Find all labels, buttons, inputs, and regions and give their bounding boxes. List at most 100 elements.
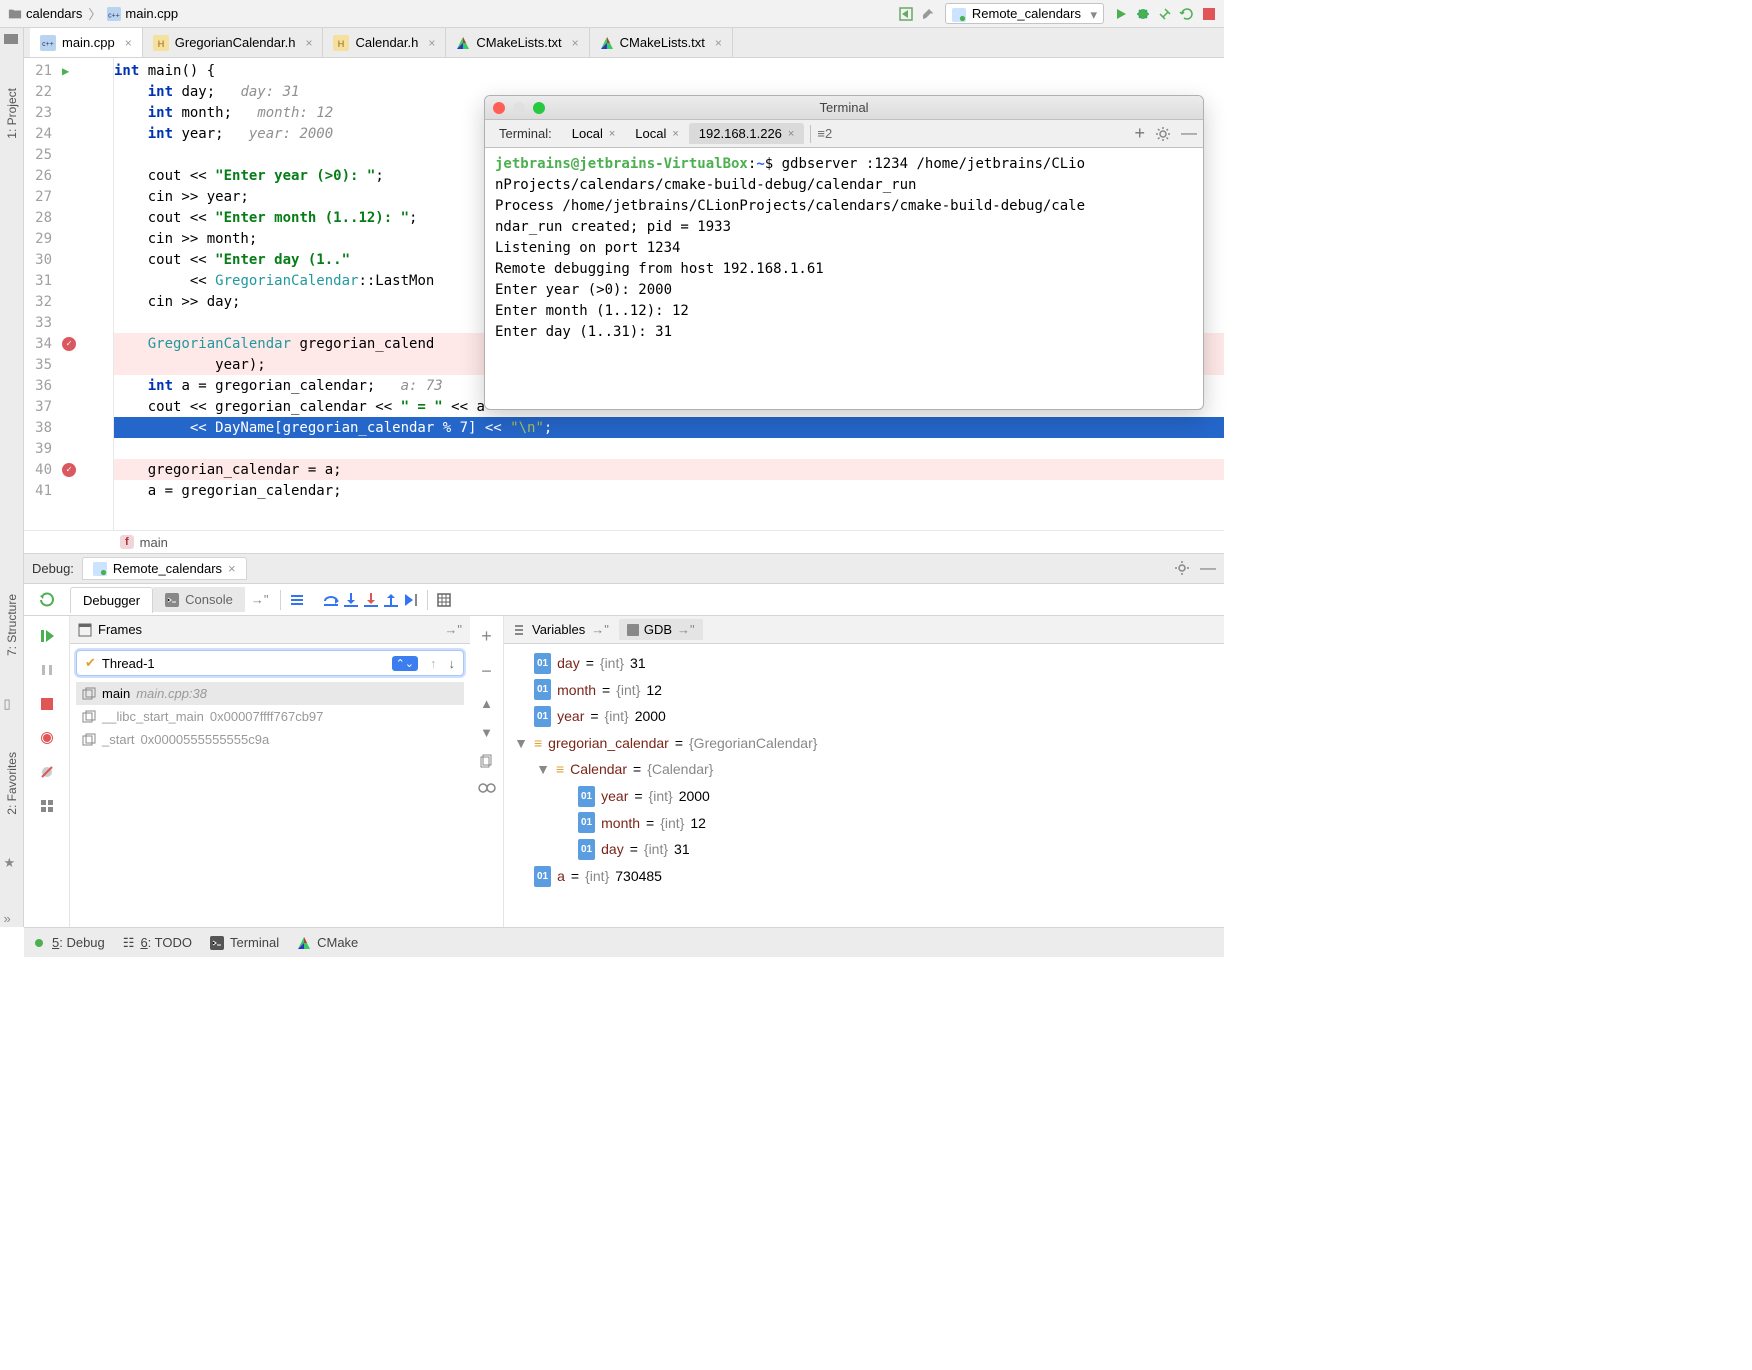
- gdb-tab[interactable]: GDB →": [619, 619, 703, 640]
- mute-breakpoints-icon[interactable]: [37, 762, 57, 782]
- status-debug[interactable]: 5: Debug: [32, 935, 105, 950]
- gear-icon[interactable]: [1174, 560, 1190, 578]
- resume-icon[interactable]: [37, 626, 57, 646]
- new-tab-icon[interactable]: +: [1134, 123, 1145, 144]
- structure-tool-icon[interactable]: ▯: [4, 696, 20, 712]
- more-icon[interactable]: →": [591, 622, 609, 637]
- code-line[interactable]: gregorian_calendar = a;: [114, 459, 1224, 480]
- run-config-select[interactable]: Remote_calendars: [945, 3, 1104, 24]
- pause-icon[interactable]: [37, 660, 57, 680]
- close-icon[interactable]: ×: [715, 36, 722, 50]
- stop-icon[interactable]: [1198, 3, 1220, 25]
- run-to-cursor-icon[interactable]: [401, 590, 421, 610]
- glasses-icon[interactable]: [478, 782, 496, 794]
- variables-tree[interactable]: 01 day = {int} 3101 month = {int} 1201 y…: [504, 644, 1224, 927]
- close-icon[interactable]: ×: [125, 36, 132, 50]
- close-icon[interactable]: ×: [305, 36, 312, 50]
- show-execution-point-icon[interactable]: [287, 590, 307, 610]
- terminal-window[interactable]: Terminal Terminal: Local×Local×192.168.1…: [484, 95, 1204, 410]
- gear-icon[interactable]: [1155, 126, 1171, 142]
- breakpoint-icon[interactable]: [62, 463, 76, 477]
- terminal-output[interactable]: jetbrains@jetbrains-VirtualBox:~$ gdbser…: [485, 148, 1203, 349]
- variable-row[interactable]: 01 a = {int} 730485: [514, 863, 1214, 890]
- copy-icon[interactable]: [480, 754, 494, 768]
- frames-list[interactable]: main main.cpp:38__libc_start_main 0x0000…: [70, 682, 470, 751]
- debugger-tab[interactable]: Debugger: [70, 587, 153, 613]
- rerun-icon[interactable]: [39, 592, 55, 608]
- attach-icon[interactable]: [1154, 3, 1176, 25]
- stack-frame[interactable]: __libc_start_main 0x00007ffff767cb97: [76, 705, 464, 728]
- editor-tab[interactable]: CMakeLists.txt×: [446, 28, 589, 57]
- editor-tab[interactable]: HCalendar.h×: [323, 28, 446, 57]
- step-out-icon[interactable]: [381, 590, 401, 610]
- code-line[interactable]: [114, 438, 1224, 459]
- close-icon[interactable]: ×: [788, 128, 794, 140]
- code-line[interactable]: a = gregorian_calendar;: [114, 480, 1224, 501]
- debug-icon[interactable]: [1132, 3, 1154, 25]
- chevron-updown-icon[interactable]: ⌃⌄: [392, 656, 418, 671]
- update-icon[interactable]: [1176, 3, 1198, 25]
- run-gutter-icon[interactable]: ▶: [62, 64, 69, 78]
- breakpoint-icon[interactable]: [62, 337, 76, 351]
- more-icon[interactable]: →": [245, 592, 275, 607]
- thread-select[interactable]: ✔ Thread-1 ⌃⌄ ↑ ↓: [76, 650, 464, 676]
- terminal-tab[interactable]: Local×: [625, 123, 689, 144]
- close-icon[interactable]: ×: [228, 561, 236, 576]
- editor-tab[interactable]: c++main.cpp×: [30, 28, 143, 57]
- editor-tab[interactable]: HGregorianCalendar.h×: [143, 28, 324, 57]
- remove-icon[interactable]: −: [481, 661, 492, 682]
- debug-session-tab[interactable]: Remote_calendars ×: [82, 557, 247, 580]
- variable-row[interactable]: 01 year = {int} 2000: [514, 703, 1214, 730]
- variable-row[interactable]: 01 month = {int} 12: [514, 810, 1214, 837]
- build-icon[interactable]: [895, 3, 917, 25]
- code-line[interactable]: int main() {: [114, 60, 1224, 81]
- variable-row[interactable]: 01 month = {int} 12: [514, 677, 1214, 704]
- close-icon[interactable]: ×: [428, 36, 435, 50]
- close-icon[interactable]: ×: [572, 36, 579, 50]
- project-tool-tab[interactable]: 1: Project: [5, 88, 19, 139]
- favorites-tool-tab[interactable]: 2: Favorites: [5, 752, 19, 815]
- stop-icon[interactable]: [37, 694, 57, 714]
- breadcrumb-folder[interactable]: calendars: [4, 6, 86, 21]
- breadcrumb-file[interactable]: c++ main.cpp: [103, 6, 182, 21]
- arrow-down-icon[interactable]: ↓: [449, 656, 456, 671]
- variable-row[interactable]: 01 day = {int} 31: [514, 650, 1214, 677]
- favorites-tool-icon[interactable]: ★: [4, 855, 20, 871]
- terminal-tab[interactable]: 192.168.1.226×: [689, 123, 805, 144]
- terminal-titlebar[interactable]: Terminal: [485, 96, 1203, 120]
- force-step-into-icon[interactable]: [361, 590, 381, 610]
- status-cmake[interactable]: CMake: [297, 935, 358, 950]
- arrow-up-icon[interactable]: ↑: [430, 656, 437, 671]
- step-over-icon[interactable]: [321, 590, 341, 610]
- status-terminal[interactable]: Terminal: [210, 935, 279, 950]
- status-todo[interactable]: ☷ 6: TODO: [123, 935, 192, 951]
- close-icon[interactable]: [493, 102, 505, 114]
- run-icon[interactable]: [1110, 3, 1132, 25]
- more-icon[interactable]: →": [444, 622, 462, 637]
- hide-icon[interactable]: —: [1200, 560, 1216, 578]
- close-icon[interactable]: ×: [672, 128, 678, 140]
- structure-tool-tab[interactable]: 7: Structure: [5, 594, 19, 656]
- variable-row[interactable]: 01 year = {int} 2000: [514, 783, 1214, 810]
- variable-row[interactable]: ▼≡ Calendar = {Calendar}: [514, 756, 1214, 783]
- console-tab[interactable]: Console: [153, 587, 245, 612]
- arrow-down-icon[interactable]: ▼: [480, 725, 493, 740]
- editor-tab[interactable]: CMakeLists.txt×: [590, 28, 733, 57]
- expand-icon[interactable]: »: [4, 911, 20, 927]
- evaluate-icon[interactable]: [434, 590, 454, 610]
- minimize-panel-icon[interactable]: —: [1181, 125, 1197, 143]
- variable-row[interactable]: ▼≡ gregorian_calendar = {GregorianCalend…: [514, 730, 1214, 757]
- variable-row[interactable]: 01 day = {int} 31: [514, 836, 1214, 863]
- stack-frame[interactable]: main main.cpp:38: [76, 682, 464, 705]
- chevron-down-icon[interactable]: ▼: [536, 756, 550, 783]
- terminal-count-badge[interactable]: ≡2: [817, 126, 832, 141]
- terminal-tab[interactable]: Local×: [562, 123, 626, 144]
- maximize-icon[interactable]: [533, 102, 545, 114]
- hammer-icon[interactable]: [917, 3, 939, 25]
- minimize-icon[interactable]: [513, 102, 525, 114]
- code-line[interactable]: << DayName[gregorian_calendar % 7] << "\…: [114, 417, 1224, 438]
- add-icon[interactable]: +: [481, 626, 492, 647]
- step-into-icon[interactable]: [341, 590, 361, 610]
- chevron-down-icon[interactable]: ▼: [514, 730, 528, 757]
- layout-icon[interactable]: [37, 796, 57, 816]
